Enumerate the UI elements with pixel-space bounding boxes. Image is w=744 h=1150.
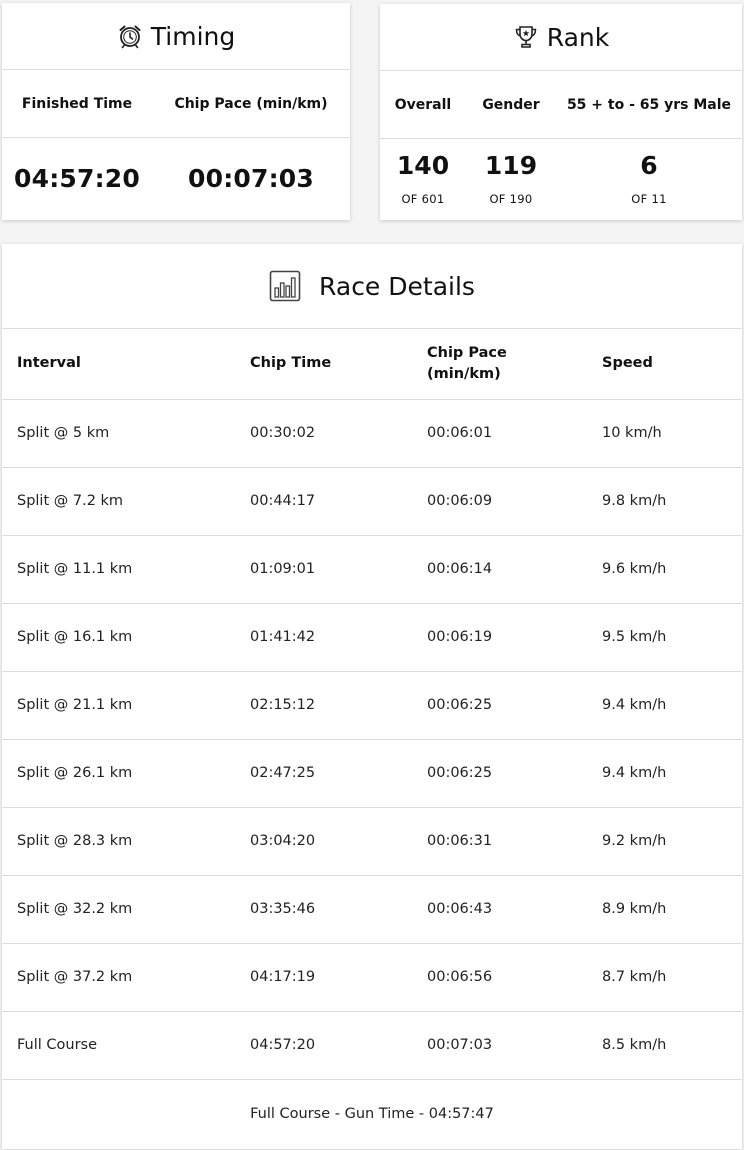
table-row: Split @ 21.1 km 02:15:12 00:06:25 9.4 km/h bbox=[2, 671, 742, 740]
overall-rank-total: OF 601 bbox=[401, 192, 445, 206]
trophy-icon bbox=[515, 26, 537, 48]
rank-card: Rank Overall Gender 55 + to - 65 yrs Mal… bbox=[380, 4, 742, 220]
gender-rank-total: OF 190 bbox=[489, 192, 533, 206]
cell-speed: 9.2 km/h bbox=[587, 807, 742, 876]
gun-time-note: Full Course - Gun Time - 04:57:47 bbox=[250, 1105, 494, 1122]
gender-rank-value: 119 bbox=[484, 151, 538, 180]
table-row: Split @ 28.3 km 03:04:20 00:06:31 9.2 km/h bbox=[2, 807, 742, 876]
cell-chip-time: 01:09:01 bbox=[235, 535, 412, 604]
table-row: Split @ 11.1 km 01:09:01 00:06:14 9.6 km/h bbox=[2, 535, 742, 604]
cell-interval: Split @ 26.1 km bbox=[2, 739, 235, 808]
column-header-chip-time: Chip Time bbox=[235, 329, 412, 400]
cell-chip-time: 03:35:46 bbox=[235, 875, 412, 944]
cell-speed: 8.5 km/h bbox=[587, 1011, 742, 1080]
alarm-clock-icon bbox=[119, 25, 141, 49]
cell-speed: 9.8 km/h bbox=[587, 467, 742, 536]
cell-chip-pace: 00:06:14 bbox=[412, 535, 587, 604]
timing-labels: Finished Time Chip Pace (min/km) bbox=[2, 70, 350, 138]
race-details-card: Race Details Interval Chip Time Chip Pac… bbox=[2, 244, 742, 1149]
cell-chip-pace: 00:06:43 bbox=[412, 875, 587, 944]
cell-chip-time: 04:17:19 bbox=[235, 943, 412, 1012]
finished-time-value: 04:57:20 bbox=[14, 164, 140, 193]
cell-interval: Split @ 32.2 km bbox=[2, 875, 235, 944]
cell-speed: 8.7 km/h bbox=[587, 943, 742, 1012]
category-rank: 6 OF 11 bbox=[556, 151, 742, 206]
category-rank-value: 6 bbox=[640, 151, 658, 180]
timing-card: Timing Finished Time Chip Pace (min/km) … bbox=[2, 3, 350, 220]
cell-speed: 9.5 km/h bbox=[587, 603, 742, 672]
rank-values: 140 OF 601 119 OF 190 6 OF 11 bbox=[380, 139, 742, 220]
cell-interval: Split @ 37.2 km bbox=[2, 943, 235, 1012]
cell-speed: 9.4 km/h bbox=[587, 671, 742, 740]
chip-pace-value: 00:07:03 bbox=[188, 164, 314, 193]
cell-chip-pace: 00:06:09 bbox=[412, 467, 587, 536]
cell-interval: Split @ 16.1 km bbox=[2, 603, 235, 672]
cell-chip-time: 00:30:02 bbox=[235, 399, 412, 468]
rank-title: Rank bbox=[546, 22, 610, 52]
cell-speed: 8.9 km/h bbox=[587, 875, 742, 944]
cell-chip-time: 02:47:25 bbox=[235, 739, 412, 808]
gender-rank: 119 OF 190 bbox=[466, 151, 556, 206]
table-row: Split @ 37.2 km 04:17:19 00:06:56 8.7 km/h bbox=[2, 943, 742, 1012]
bar-chart-icon bbox=[269, 270, 301, 302]
cell-interval: Full Course bbox=[2, 1011, 235, 1080]
cell-chip-time: 03:04:20 bbox=[235, 807, 412, 876]
timing-header: Timing bbox=[2, 3, 350, 70]
overall-rank: 140 OF 601 bbox=[380, 151, 466, 206]
race-details-title: Race Details bbox=[319, 271, 475, 301]
cell-interval: Split @ 11.1 km bbox=[2, 535, 235, 604]
cell-chip-pace: 00:06:25 bbox=[412, 739, 587, 808]
cell-chip-pace: 00:06:56 bbox=[412, 943, 587, 1012]
cell-chip-pace: 00:06:19 bbox=[412, 603, 587, 672]
category-rank-total: OF 11 bbox=[631, 192, 667, 206]
table-row: Split @ 16.1 km 01:41:42 00:06:19 9.5 km/h bbox=[2, 603, 742, 672]
category-label: 55 + to - 65 yrs Male bbox=[566, 96, 732, 113]
cell-chip-pace: 00:06:25 bbox=[412, 671, 587, 740]
cell-chip-time: 01:41:42 bbox=[235, 603, 412, 672]
table-row: Split @ 26.1 km 02:47:25 00:06:25 9.4 km/h bbox=[2, 739, 742, 808]
cell-speed: 10 km/h bbox=[587, 399, 742, 468]
cell-speed: 9.4 km/h bbox=[587, 739, 742, 808]
cell-chip-pace: 00:06:31 bbox=[412, 807, 587, 876]
column-header-speed: Speed bbox=[587, 329, 742, 400]
cell-chip-time: 00:44:17 bbox=[235, 467, 412, 536]
table-row: Split @ 32.2 km 03:35:46 00:06:43 8.9 km/h bbox=[2, 875, 742, 944]
timing-values: 04:57:20 00:07:03 bbox=[2, 138, 350, 219]
cell-chip-time: 04:57:20 bbox=[235, 1011, 412, 1080]
cell-interval: Split @ 28.3 km bbox=[2, 807, 235, 876]
cell-chip-pace: 00:07:03 bbox=[412, 1011, 587, 1080]
chip-pace-label: Chip Pace (min/km) bbox=[174, 95, 328, 112]
column-header-chip-pace: Chip Pace (min/km) bbox=[412, 329, 587, 400]
gender-label: Gender bbox=[482, 96, 540, 113]
table-row: Split @ 5 km 00:30:02 00:06:01 10 km/h bbox=[2, 399, 742, 468]
column-header-interval: Interval bbox=[2, 329, 235, 400]
timing-title: Timing bbox=[150, 21, 236, 51]
cell-speed: 9.6 km/h bbox=[587, 535, 742, 604]
table-row: Full Course 04:57:20 00:07:03 8.5 km/h bbox=[2, 1011, 742, 1080]
rank-header: Rank bbox=[380, 4, 742, 71]
cell-chip-pace: 00:06:01 bbox=[412, 399, 587, 468]
table-row: Split @ 7.2 km 00:44:17 00:06:09 9.8 km/h bbox=[2, 467, 742, 536]
table-header-row: Interval Chip Time Chip Pace (min/km) Sp… bbox=[2, 329, 742, 400]
rank-labels: Overall Gender 55 + to - 65 yrs Male bbox=[380, 71, 742, 139]
race-details-header: Race Details bbox=[2, 244, 742, 329]
cell-interval: Split @ 5 km bbox=[2, 399, 235, 468]
cell-interval: Split @ 21.1 km bbox=[2, 671, 235, 740]
cell-chip-time: 02:15:12 bbox=[235, 671, 412, 740]
cell-interval: Split @ 7.2 km bbox=[2, 467, 235, 536]
splits-table: Interval Chip Time Chip Pace (min/km) Sp… bbox=[2, 329, 742, 1080]
finished-time-label: Finished Time bbox=[21, 95, 133, 112]
overall-label: Overall bbox=[394, 96, 452, 113]
overall-rank-value: 140 bbox=[396, 151, 450, 180]
